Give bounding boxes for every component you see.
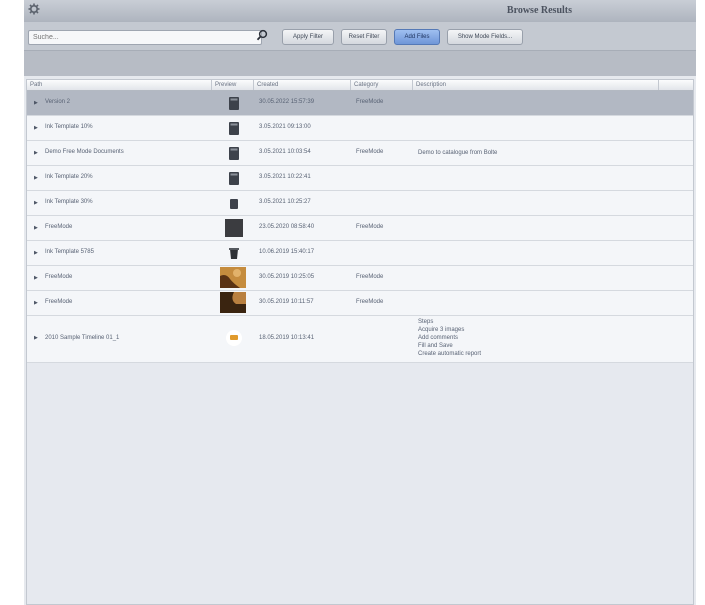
table-row[interactable]: ▶ Demo Free Mode Documents 3.05.2021 10:03… — [27, 141, 693, 166]
preview-thumbnail — [225, 169, 243, 187]
preview-thumbnail — [225, 219, 243, 237]
column-header-created[interactable]: Created — [254, 80, 351, 90]
row-category: FreeMode — [356, 99, 384, 105]
window-title: Browse Results — [506, 5, 572, 16]
description-line: Create automatic report — [418, 351, 482, 357]
preview-thumbnail — [225, 119, 243, 137]
row-created: 18.05.2019 10:13:41 — [259, 335, 315, 341]
table-row[interactable]: ▶ Version 2 30.05.2022 15:57:39 FreeMode — [27, 91, 693, 116]
row-path: Ink Template 20% — [45, 174, 93, 180]
search-input[interactable] — [29, 31, 259, 43]
expand-triangle-icon[interactable]: ▶ — [34, 300, 38, 306]
preview-thumbnail — [220, 292, 246, 313]
row-path: 2010 Sample Timeline 01_1 — [45, 335, 120, 341]
table-row[interactable]: ▶ Ink Template 10% 3.05.2021 09:13:00 — [27, 116, 693, 141]
table-body: ▶ Version 2 30.05.2022 15:57:39 FreeMode ▶ In… — [27, 91, 693, 363]
row-created: 30.05.2022 15:57:39 — [259, 99, 315, 105]
row-created: 3.05.2021 09:13:00 — [259, 124, 311, 130]
column-header-path[interactable]: Path — [27, 80, 212, 90]
row-path: Version 2 — [45, 99, 71, 105]
row-path: Ink Template 30% — [45, 199, 93, 205]
table-row[interactable]: ▶ FreeMode 30.05.2019 10:11:57 FreeMode — [27, 291, 693, 316]
column-header-description[interactable]: Description — [413, 80, 659, 90]
column-header-category[interactable]: Category — [351, 80, 413, 90]
table-row[interactable]: ▶ FreeMode 23.05.2020 08:58:40 FreeMode — [27, 216, 693, 241]
table-row[interactable]: ▶ Ink Template 20% 3.05.2021 10:22:41 — [27, 166, 693, 191]
table-row[interactable]: ▶ Ink Template 5785 10.06.2019 15:40:17 — [27, 241, 693, 266]
table-row[interactable]: ▶ 2010 Sample Timeline 01_1 18.05.2019 10:… — [27, 316, 693, 363]
browse-results-window: Browse Results Apply Filter Reset Filter… — [24, 0, 696, 605]
row-category: FreeMode — [356, 224, 384, 230]
description-line: Add comments — [418, 335, 459, 341]
expand-triangle-icon[interactable]: ▶ — [34, 200, 38, 206]
filter-band — [24, 51, 696, 76]
row-path: Demo Free Mode Documents — [45, 149, 124, 155]
row-created: 3.05.2021 10:03:54 — [259, 149, 311, 155]
results-table: Path Preview Created Category Descriptio… — [26, 79, 694, 605]
row-created: 30.05.2019 10:11:57 — [259, 299, 314, 305]
title-bar: Browse Results — [24, 0, 696, 23]
preview-thumbnail — [225, 94, 243, 112]
table-row[interactable]: ▶ FreeMode 30.05.2019 10:25:05 FreeMode — [27, 266, 693, 291]
row-path: FreeMode — [45, 274, 73, 280]
row-path: Ink Template 10% — [45, 124, 93, 130]
apply-filter-button[interactable]: Apply Filter — [282, 29, 334, 45]
search-icon[interactable] — [256, 29, 268, 41]
expand-triangle-icon[interactable]: ▶ — [34, 250, 38, 256]
description-line: Steps — [418, 319, 434, 325]
row-description: Steps Acquire 3 images Add comments Fill an… — [418, 318, 481, 358]
row-path: FreeMode — [45, 299, 73, 305]
row-created: 3.05.2021 10:22:41 — [259, 174, 311, 180]
expand-triangle-icon[interactable]: ▶ — [34, 150, 38, 156]
table-header: Path Preview Created Category Descriptio… — [27, 80, 693, 91]
gear-icon[interactable] — [28, 3, 40, 15]
expand-triangle-icon[interactable]: ▶ — [34, 175, 38, 181]
preview-thumbnail — [225, 244, 243, 262]
expand-triangle-icon[interactable]: ▶ — [34, 335, 38, 341]
preview-thumbnail — [225, 329, 243, 347]
description-line: Acquire 3 images — [418, 327, 465, 333]
row-created: 3.05.2021 10:25:27 — [259, 199, 311, 205]
reset-filter-button[interactable]: Reset Filter — [341, 29, 387, 45]
preview-thumbnail — [225, 144, 243, 162]
row-category: FreeMode — [356, 299, 384, 305]
row-category: FreeMode — [356, 274, 384, 280]
expand-triangle-icon[interactable]: ▶ — [34, 275, 38, 281]
row-category: FreeMode — [356, 149, 384, 155]
row-path: FreeMode — [45, 224, 73, 230]
row-created: 10.06.2019 15:40:17 — [259, 249, 315, 255]
preview-thumbnail — [225, 194, 243, 212]
row-description: Demo to catalogue from Bolte — [418, 150, 498, 156]
expand-triangle-icon[interactable]: ▶ — [34, 100, 38, 106]
table-row[interactable]: ▶ Ink Template 30% 3.05.2021 10:25:27 — [27, 191, 693, 216]
description-line: Fill and Save — [418, 343, 453, 349]
preview-thumbnail — [220, 267, 246, 288]
row-path: Ink Template 5785 — [45, 249, 94, 255]
toolbar: Apply Filter Reset Filter Add Files Show… — [24, 22, 696, 51]
add-files-button[interactable]: Add Files — [394, 29, 440, 45]
expand-triangle-icon[interactable]: ▶ — [34, 125, 38, 131]
expand-triangle-icon[interactable]: ▶ — [34, 225, 38, 231]
row-created: 23.05.2020 08:58:40 — [259, 224, 315, 230]
row-created: 30.05.2019 10:25:05 — [259, 274, 315, 280]
column-header-preview[interactable]: Preview — [212, 80, 254, 90]
search-box — [28, 30, 262, 45]
show-mode-fields-button[interactable]: Show Mode Fields... — [447, 29, 523, 45]
